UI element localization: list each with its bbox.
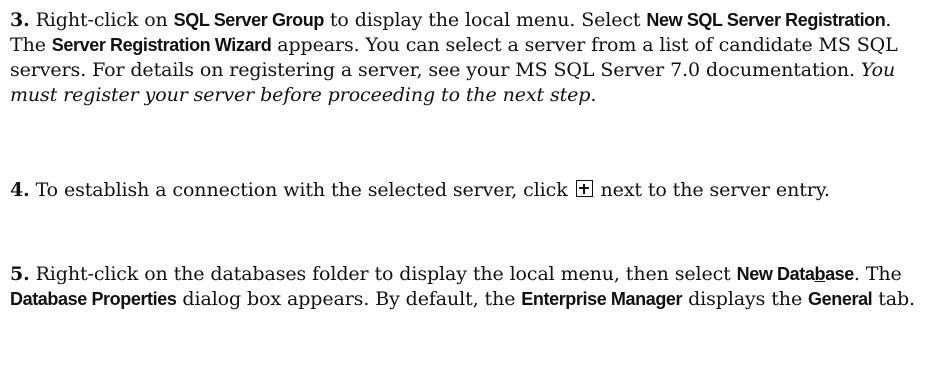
step-3-paragraph: 3. Right-click on SQL Server Group to di… — [10, 8, 930, 108]
step-number: 3. — [10, 9, 30, 31]
text-segment: Right-click on the databases folder to d… — [29, 263, 737, 285]
step-number: 4. — [10, 179, 30, 201]
text-segment: To establish a connection with the selec… — [29, 179, 574, 201]
ui-term-new-database: New Database — [736, 264, 855, 284]
ui-term-enterprise-manager: Enterprise Manager — [521, 289, 683, 309]
step-4-paragraph: 4. To establish a connection with the se… — [10, 178, 930, 203]
ui-term-database-properties: Database Properties — [10, 289, 177, 309]
text-segment: dialog box appears. By default, the — [176, 288, 522, 310]
step-number: 5. — [10, 263, 30, 285]
ui-term-server-registration-wizard: Server Registration Wizard — [51, 35, 272, 55]
text-segment: displays the — [682, 288, 809, 310]
text-segment: Right-click on — [29, 9, 174, 31]
text-segment: to display the local menu. Select — [323, 9, 647, 31]
ui-term-general: General — [808, 289, 873, 309]
text-segment: next to the server entry. — [594, 179, 830, 201]
document-page: 3. Right-click on SQL Server Group to di… — [0, 0, 937, 369]
plus-box-icon — [575, 180, 593, 197]
ui-term-new-sql-server-registration: New SQL Server Registration — [646, 10, 886, 30]
ui-term-sql-server-group: SQL Server Group — [173, 10, 325, 30]
text-segment: tab. — [872, 288, 915, 310]
text-segment: . The — [853, 263, 902, 285]
step-5-paragraph: 5. Right-click on the databases folder t… — [10, 262, 930, 312]
